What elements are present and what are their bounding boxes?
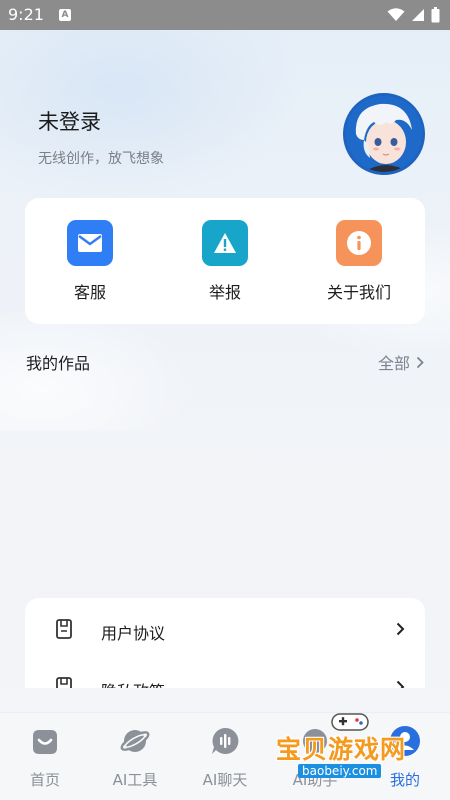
privacy-policy-row[interactable]: 隐私政策	[25, 658, 425, 688]
tab-ai-chat-label: AI聊天	[202, 771, 248, 789]
info-icon	[336, 220, 382, 266]
status-bar: 9:21 A	[0, 0, 450, 30]
profile-tagline: 无线创作，放飞想象	[38, 151, 164, 167]
planet-icon	[120, 730, 150, 752]
chat-icon	[212, 727, 239, 754]
mail-icon	[67, 220, 113, 266]
quick-actions-card: 客服 举报 关于我们	[25, 198, 425, 324]
report-button[interactable]: 举报	[170, 220, 280, 303]
watermark-logo: 宝贝游戏网 baobeiy.com	[276, 708, 446, 778]
tab-ai-tools-label: AI工具	[112, 771, 158, 789]
wifi-icon	[387, 8, 405, 21]
view-all-works-link[interactable]: 全部	[378, 350, 424, 374]
tab-ai-chat[interactable]: AI聊天	[180, 723, 270, 790]
about-us-label: 关于我们	[326, 283, 391, 302]
tab-ai-tools[interactable]: AI工具	[90, 723, 180, 790]
report-label: 举报	[208, 283, 241, 302]
notification-a-icon: A	[59, 9, 71, 21]
settings-list: 用户协议 隐私政策	[25, 598, 425, 688]
cell-signal-icon	[412, 9, 424, 21]
customer-service-button[interactable]: 客服	[35, 220, 145, 303]
user-agreement-label: 用户协议	[101, 624, 166, 643]
my-works-title: 我的作品	[26, 354, 91, 373]
battery-icon	[431, 7, 440, 23]
status-indicators	[387, 7, 440, 23]
watermark-brand: 宝贝游戏网	[276, 735, 407, 764]
about-us-button[interactable]: 关于我们	[304, 220, 414, 303]
home-icon	[33, 730, 57, 754]
document-icon	[56, 619, 72, 639]
avatar[interactable]	[343, 93, 425, 175]
anime-avatar-image	[346, 96, 422, 172]
login-status[interactable]: 未登录	[38, 106, 164, 136]
tab-home-label: 首页	[29, 771, 60, 789]
privacy-policy-label: 隐私政策	[101, 678, 165, 688]
status-time: 9:21	[8, 5, 44, 24]
chevron-right-icon	[416, 356, 424, 368]
chevron-right-icon	[396, 622, 405, 636]
warning-icon	[202, 220, 248, 266]
watermark-url: baobeiy.com	[298, 764, 382, 778]
view-all-label: 全部	[377, 354, 410, 373]
profile-header[interactable]: 未登录 无线创作，放飞想象	[38, 106, 164, 168]
customer-service-label: 客服	[73, 283, 106, 302]
privacy-icon	[56, 677, 72, 688]
chevron-right-icon	[396, 680, 405, 688]
user-agreement-row[interactable]: 用户协议	[25, 600, 425, 658]
tab-home[interactable]: 首页	[0, 723, 90, 790]
